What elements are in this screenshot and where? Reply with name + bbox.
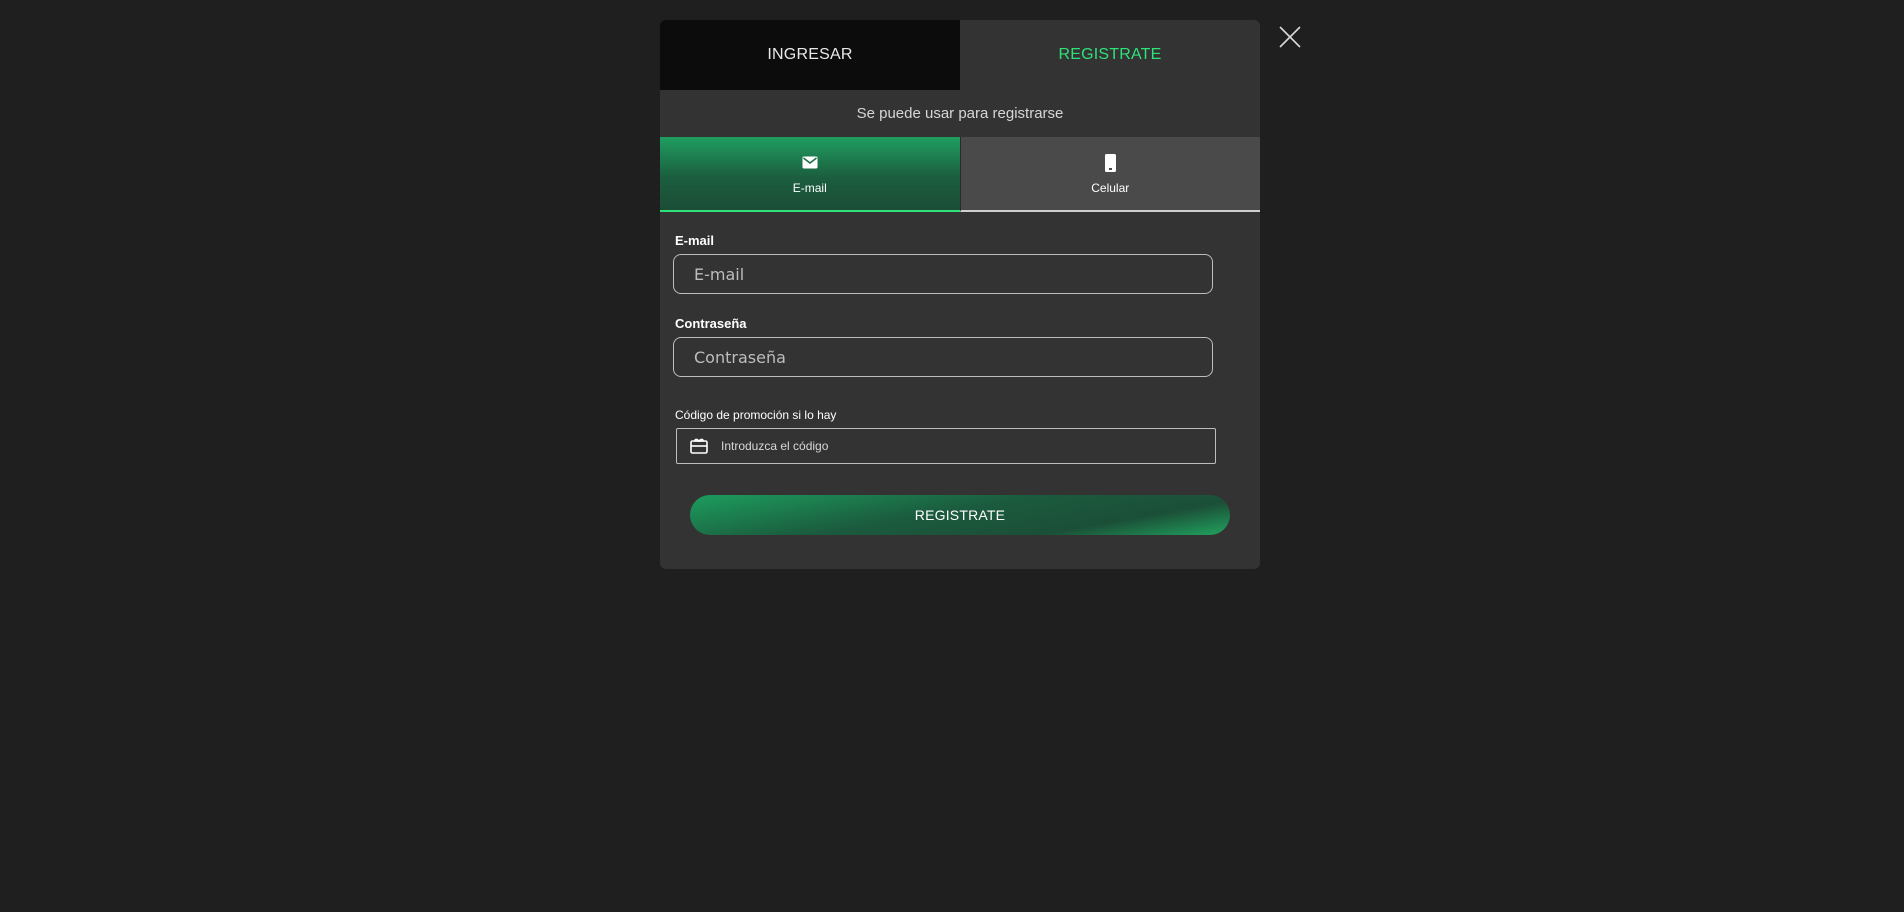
password-input[interactable]: [673, 337, 1213, 377]
auth-tabs: INGRESAR REGISTRATE: [660, 20, 1260, 90]
method-tab-phone-label: Celular: [1091, 180, 1130, 195]
tab-login[interactable]: INGRESAR: [660, 20, 960, 90]
method-tab-phone[interactable]: Celular: [959, 137, 1260, 212]
email-field-label: E-mail: [675, 233, 715, 248]
register-submit-button[interactable]: REGISTRATE: [690, 495, 1230, 535]
auth-modal: INGRESAR REGISTRATE Se puede usar para r…: [660, 20, 1260, 569]
method-tab-email-label: E-mail: [792, 180, 827, 195]
register-method-tabs: E-mail Celular: [660, 137, 1260, 212]
promo-code-label: Código de promoción si lo hay: [675, 408, 837, 422]
register-hint: Se puede usar para registrarse: [856, 105, 1064, 122]
email-input[interactable]: [673, 254, 1213, 294]
promo-code-field[interactable]: [676, 428, 1216, 464]
password-field-label: Contraseña: [675, 316, 747, 331]
method-tab-email[interactable]: E-mail: [660, 137, 960, 212]
envelope-icon: [800, 153, 820, 173]
promo-code-input[interactable]: [719, 438, 1215, 454]
tab-register[interactable]: REGISTRATE: [960, 20, 1260, 90]
close-icon: [1279, 26, 1301, 48]
mobile-phone-icon: [1100, 153, 1120, 173]
close-button[interactable]: [1277, 24, 1303, 50]
modal-overlay: INGRESAR REGISTRATE Se puede usar para r…: [0, 0, 1904, 912]
gift-card-icon: [689, 436, 709, 456]
